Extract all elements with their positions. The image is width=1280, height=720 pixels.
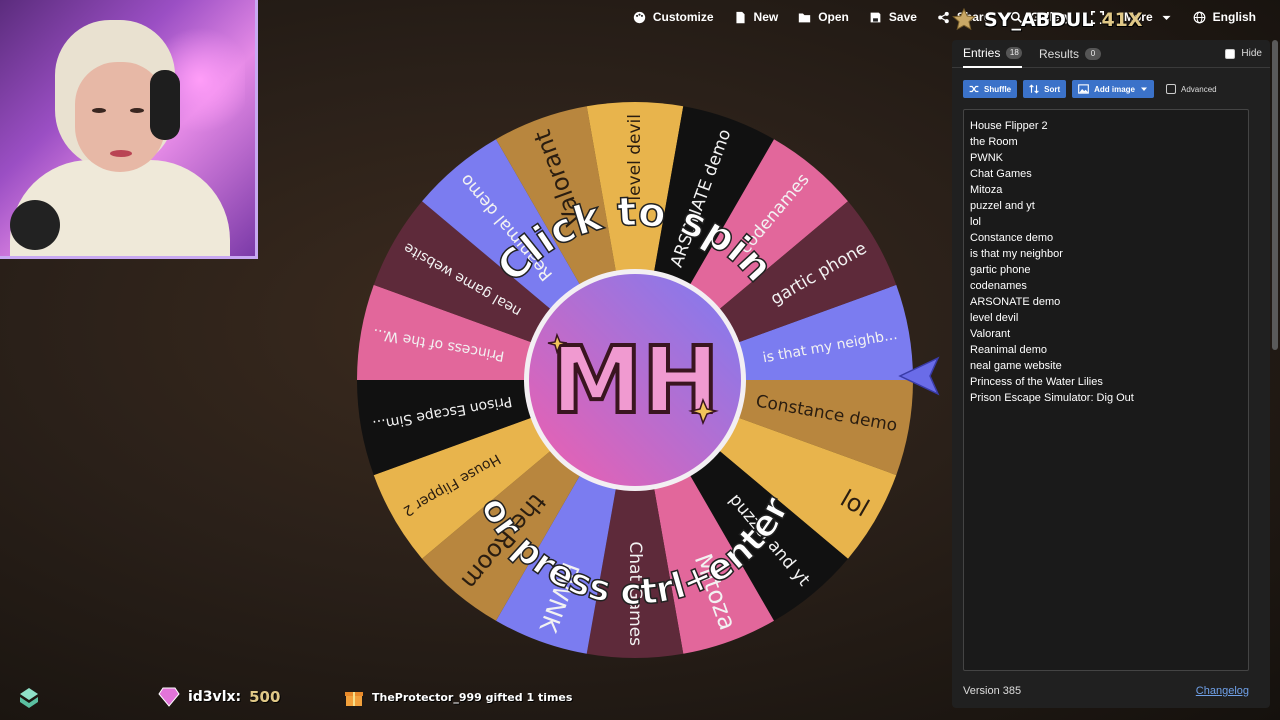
webcam-mouth [110, 150, 132, 157]
entry-line[interactable]: ARSONATE demo [970, 294, 1242, 310]
entry-line[interactable]: Princess of the Water Lilies [970, 374, 1242, 390]
share-icon [938, 11, 949, 23]
shuffle-label: Shuffle [984, 84, 1012, 94]
webcam-eye [130, 108, 144, 113]
floppy-icon [870, 12, 881, 22]
entry-line[interactable]: Chat Games [970, 166, 1242, 182]
changelog-link[interactable]: Changelog [1196, 685, 1249, 697]
advanced-toggle[interactable]: Advanced [1166, 84, 1217, 94]
center-logo-text: MH [551, 327, 720, 434]
entry-line[interactable]: puzzel and yt [970, 198, 1242, 214]
chevron-down-icon [1141, 87, 1148, 91]
gem-donation: id3vlx: 500 [158, 687, 280, 707]
add-image-label: Add image [1094, 84, 1136, 94]
entry-line[interactable]: Reanimal demo [970, 342, 1242, 358]
stream-overlay-name: SY_ABDUL 41X [952, 8, 1143, 32]
webcam-mic [10, 200, 60, 250]
language-label: English [1212, 10, 1256, 24]
webcam-feed [0, 0, 258, 259]
overlay-number: 41X [1101, 9, 1143, 31]
save-label: Save [888, 10, 917, 24]
overlay-username: SY_ABDUL [984, 9, 1094, 31]
wheel-pointer-icon [898, 356, 940, 396]
entry-line[interactable]: lol [970, 214, 1242, 230]
globe-icon [1193, 11, 1206, 23]
folder-open-icon [799, 12, 811, 22]
entry-line[interactable]: the Room [970, 134, 1242, 150]
gem-stack-icon [20, 688, 38, 708]
entry-line[interactable]: PWNK [970, 150, 1242, 166]
sort-icon [1029, 84, 1039, 94]
wheel-slice-label: level devil [625, 114, 645, 201]
entries-panel: Entries 18 Results 0 Hide Shuffle Sort A… [952, 40, 1270, 708]
hide-checkbox[interactable] [1225, 48, 1236, 59]
wheel-graphic[interactable]: is that my neighb...Constance demololpuz… [350, 95, 920, 665]
advanced-checkbox[interactable] [1166, 84, 1177, 94]
tab-results[interactable]: Results 0 [1039, 40, 1102, 68]
entry-line[interactable]: Prison Escape Simulator: Dig Out [970, 390, 1242, 406]
entries-textarea[interactable]: House Flipper 2 the Room PWNK Chat Games Mit… [963, 109, 1249, 671]
entries-toolbar: Shuffle Sort Add image Advanced [963, 80, 1217, 98]
tab-entries[interactable]: Entries 18 [963, 40, 1023, 68]
image-icon [1078, 84, 1089, 94]
shuffle-button[interactable]: Shuffle [963, 80, 1018, 98]
save-button[interactable]: Save [859, 0, 927, 34]
spin-wheel[interactable]: is that my neighb... Constance demo lol puz… [350, 95, 920, 665]
file-icon [735, 11, 745, 23]
open-button[interactable]: Open [788, 0, 859, 34]
page-scrollbar[interactable] [1272, 40, 1278, 350]
sort-label: Sort [1044, 84, 1061, 94]
entry-line[interactable]: is that my neighbor [970, 246, 1242, 262]
customize-label: Customize [652, 10, 714, 24]
shuffle-icon [969, 85, 979, 93]
star-icon [952, 8, 976, 31]
entry-line[interactable]: Valorant [970, 326, 1242, 342]
hide-toggle[interactable]: Hide [1225, 48, 1262, 59]
entry-line[interactable]: neal game website [970, 358, 1242, 374]
gift-box-overlay [18, 687, 40, 709]
language-button[interactable]: English [1183, 0, 1266, 34]
entry-line[interactable]: codenames [970, 278, 1242, 294]
new-button[interactable]: New [724, 0, 789, 34]
entry-line[interactable]: gartic phone [970, 262, 1242, 278]
hide-label: Hide [1241, 48, 1262, 59]
new-label: New [753, 10, 779, 24]
gift-notice: TheProtector_999 gifted 1 times [344, 687, 572, 707]
entry-line[interactable]: level devil [970, 310, 1242, 326]
results-count-badge: 0 [1085, 48, 1102, 60]
sort-button[interactable]: Sort [1023, 80, 1067, 98]
gem-user: id3vlx: [188, 689, 242, 705]
panel-tabs: Entries 18 Results 0 Hide [952, 40, 1270, 68]
gem-value: 500 [249, 688, 281, 706]
version-label: Version 385 [963, 685, 1022, 697]
tab-results-label: Results [1039, 47, 1080, 61]
customize-button[interactable]: Customize [623, 0, 724, 34]
gift-icon [345, 692, 363, 706]
gift-text: TheProtector_999 gifted 1 times [372, 690, 573, 704]
add-image-button[interactable]: Add image [1072, 80, 1155, 98]
tab-entries-label: Entries [963, 46, 1001, 60]
webcam-headset [150, 70, 180, 140]
wheel-center-logo[interactable]: MH [524, 269, 746, 491]
open-label: Open [818, 10, 849, 24]
entry-line[interactable]: Mitoza [970, 182, 1242, 198]
webcam-eye [92, 108, 106, 113]
chevron-down-icon [1162, 15, 1171, 20]
entry-line[interactable]: Constance demo [970, 230, 1242, 246]
advanced-label: Advanced [1181, 84, 1217, 94]
entry-line[interactable]: House Flipper 2 [970, 118, 1242, 134]
diamond-icon [158, 687, 180, 707]
entries-count-badge: 18 [1006, 47, 1023, 59]
palette-icon [633, 11, 646, 23]
